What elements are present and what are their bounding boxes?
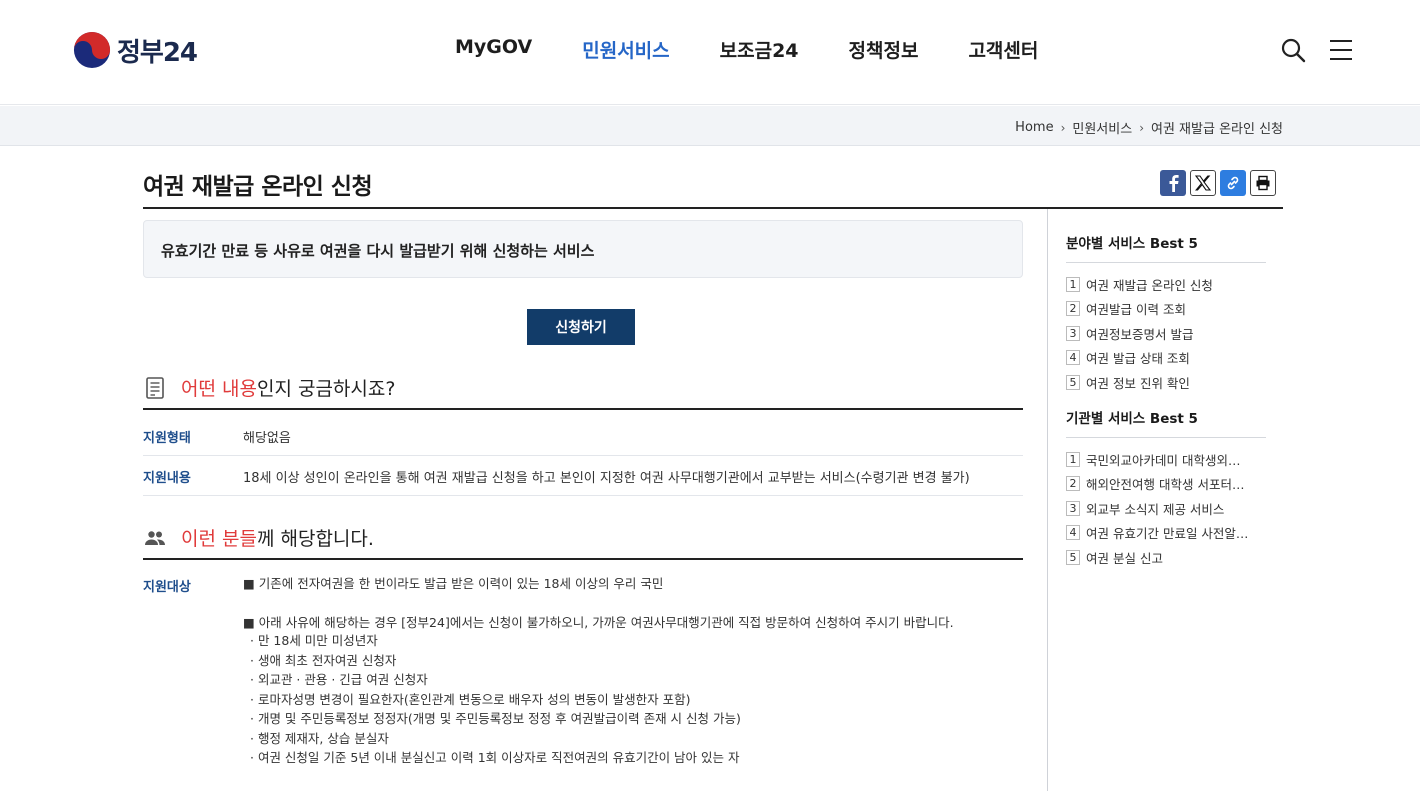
list-item-label: 여권 분실 신고 xyxy=(1086,550,1163,566)
list-item[interactable]: 1 국민외교아카데미 대학생외교… xyxy=(1066,447,1266,472)
copy-link-button[interactable] xyxy=(1220,170,1246,196)
rank-number: 1 xyxy=(1066,451,1080,467)
page-title: 여권 재발급 온라인 신청 xyxy=(143,174,373,200)
breadcrumb-bar: Home › 민원서비스 › 여권 재발급 온라인 신청 xyxy=(0,106,1420,146)
list-item[interactable]: 3 여권정보증명서 발급 xyxy=(1066,321,1266,346)
rank-number: 2 xyxy=(1066,301,1080,317)
list-item: · 개명 및 주민등록정보 정정자(개명 및 주민등록정보 정정 후 여권발급이… xyxy=(250,711,741,726)
title-divider xyxy=(143,207,1283,209)
share-buttons xyxy=(1160,170,1276,196)
taegeuk-logo-icon xyxy=(73,31,111,69)
support-content-value: 18세 이상 성인이 온라인을 통해 여권 재발급 신청을 하고 본인이 지정한… xyxy=(243,471,970,486)
target-line-2: ■ 아래 사유에 해당하는 경우 [정부24]에서는 신청이 불가하오니, 가까… xyxy=(243,615,954,630)
rank-number: 4 xyxy=(1066,525,1080,541)
link-icon xyxy=(1227,176,1239,190)
list-item[interactable]: 2 해외안전여행 대학생 서포터스… xyxy=(1066,472,1266,497)
field-best5-list: 1 여권 재발급 온라인 신청 2 여권발급 이력 조회 3 여권정보증명서 발급 4… xyxy=(1066,272,1266,395)
site-header: 정부24 MyGOV 민원서비스 보조금24 정책정보 고객센터 xyxy=(0,0,1420,105)
target-content: ■ 기존에 전자여권을 한 번이라도 발급 받은 이력이 있는 18세 이상의 … xyxy=(243,576,1023,768)
list-item: · 외교관 · 관용 · 긴급 여권 신청자 xyxy=(250,672,428,687)
section-who-divider xyxy=(143,558,1023,560)
info-row-support-content: 지원내용 18세 이상 성인이 온라인을 통해 여권 재발급 신청을 하고 본인… xyxy=(143,467,1023,486)
target-line-1: ■ 기존에 전자여권을 한 번이라도 발급 받은 이력이 있는 18세 이상의 … xyxy=(243,576,664,591)
x-icon xyxy=(1195,175,1211,191)
target-label-row: 지원대상 xyxy=(143,576,243,595)
service-summary: 유효기간 만료 등 사유로 여권을 다시 발급받기 위해 신청하는 서비스 xyxy=(143,220,1023,278)
list-item-label: 국민외교아카데미 대학생외교… xyxy=(1086,452,1251,468)
print-button[interactable] xyxy=(1250,170,1276,196)
list-item[interactable]: 2 여권발급 이력 조회 xyxy=(1066,297,1266,322)
nav-subsidy[interactable]: 보조금24 xyxy=(720,36,799,63)
section-what-divider xyxy=(143,408,1023,410)
list-item-label: 여권발급 이력 조회 xyxy=(1086,302,1186,318)
section-who-highlight: 이런 분들 xyxy=(181,528,257,550)
support-content-label: 지원내용 xyxy=(143,471,191,486)
section-what-highlight: 어떤 내용 xyxy=(181,378,257,400)
facebook-icon xyxy=(1169,175,1179,192)
main-nav: MyGOV 민원서비스 보조금24 정책정보 고객센터 xyxy=(430,36,1063,63)
sidebar-divider xyxy=(1047,209,1048,791)
rank-number: 5 xyxy=(1066,374,1080,390)
rank-number: 2 xyxy=(1066,476,1080,492)
agency-best5-panel: 기관별 서비스 Best 5 1 국민외교아카데미 대학생외교… 2 해외안전여행 … xyxy=(1066,407,1266,570)
info-row-support-type: 지원형태 해당없음 xyxy=(143,427,1023,446)
list-item: · 여권 신청일 기준 5년 이내 분실신고 이력 1회 이상자로 직전여권의 … xyxy=(250,750,740,765)
support-type-value: 해당없음 xyxy=(243,431,291,446)
chevron-right-icon: › xyxy=(1060,120,1066,135)
apply-button[interactable]: 신청하기 xyxy=(527,309,635,345)
logo[interactable]: 정부24 xyxy=(73,31,198,69)
agency-best5-title: 기관별 서비스 Best 5 xyxy=(1066,407,1266,438)
list-item[interactable]: 3 외교부 소식지 제공 서비스 xyxy=(1066,496,1266,521)
list-item-label: 여권 유효기간 만료일 사전알… xyxy=(1086,526,1249,542)
list-item-label: 여권 재발급 온라인 신청 xyxy=(1086,277,1213,293)
breadcrumb-current[interactable]: 여권 재발급 온라인 신청 xyxy=(1151,118,1283,137)
list-item-label: 여권 발급 상태 조회 xyxy=(1086,351,1190,367)
chevron-right-icon: › xyxy=(1139,120,1144,135)
breadcrumb-civil-service[interactable]: 민원서비스 xyxy=(1072,118,1132,137)
rank-number: 3 xyxy=(1066,500,1080,516)
nav-mygov[interactable]: MyGOV xyxy=(455,36,532,63)
document-icon xyxy=(146,376,164,399)
field-best5-title: 분야별 서비스 Best 5 xyxy=(1066,232,1266,263)
list-item: · 생애 최초 전자여권 신청자 xyxy=(250,652,397,668)
support-type-label: 지원형태 xyxy=(143,431,191,446)
rank-number: 1 xyxy=(1066,276,1080,292)
list-item[interactable]: 5 여권 분실 신고 xyxy=(1066,545,1266,570)
target-label: 지원대상 xyxy=(143,580,191,595)
rank-number: 4 xyxy=(1066,350,1080,366)
section-what-heading: 어떤 내용 인지 궁금하시죠? xyxy=(143,374,395,401)
list-item: · 로마자성명 변경이 필요한자(혼인관계 변동으로 배우자 성의 변동이 발생… xyxy=(250,691,691,707)
section-what-text: 인지 궁금하시죠? xyxy=(256,378,396,400)
facebook-share-button[interactable] xyxy=(1160,170,1186,196)
agency-best5-list: 1 국민외교아카데미 대학생외교… 2 해외안전여행 대학생 서포터스… 3 외교부 … xyxy=(1066,447,1266,570)
list-item[interactable]: 4 여권 발급 상태 조회 xyxy=(1066,346,1266,371)
section-who-text: 께 해당합니다. xyxy=(256,528,374,550)
list-item-label: 해외안전여행 대학생 서포터스… xyxy=(1086,477,1251,493)
list-item-label: 여권정보증명서 발급 xyxy=(1086,326,1194,342)
rank-number: 3 xyxy=(1066,325,1080,341)
printer-icon xyxy=(1256,175,1270,191)
nav-policy[interactable]: 정책정보 xyxy=(849,36,919,63)
row-divider xyxy=(143,495,1023,496)
field-best5-panel: 분야별 서비스 Best 5 1 여권 재발급 온라인 신청 2 여권발급 이력 조… xyxy=(1066,232,1266,395)
x-share-button[interactable] xyxy=(1190,170,1216,196)
list-item-label: 외교부 소식지 제공 서비스 xyxy=(1086,501,1225,517)
hamburger-menu-icon[interactable] xyxy=(1328,37,1354,63)
list-item[interactable]: 5 여권 정보 진위 확인 xyxy=(1066,370,1266,395)
people-icon xyxy=(145,530,165,545)
nav-civil-service[interactable]: 민원서비스 xyxy=(582,36,669,63)
list-item[interactable]: 1 여권 재발급 온라인 신청 xyxy=(1066,272,1266,297)
list-item: · 행정 제재자, 상습 분실자 xyxy=(250,730,389,746)
rank-number: 5 xyxy=(1066,549,1080,565)
list-item[interactable]: 4 여권 유효기간 만료일 사전알… xyxy=(1066,521,1266,546)
breadcrumb-home[interactable]: Home xyxy=(1015,120,1053,135)
nav-customer-center[interactable]: 고객센터 xyxy=(968,36,1038,63)
row-divider xyxy=(143,455,1023,456)
search-icon[interactable] xyxy=(1280,37,1306,63)
section-who-heading: 이런 분들 께 해당합니다. xyxy=(143,524,374,551)
breadcrumb: Home › 민원서비스 › 여권 재발급 온라인 신청 xyxy=(1015,118,1283,137)
list-item: · 만 18세 미만 미성년자 xyxy=(250,633,378,648)
list-item-label: 여권 정보 진위 확인 xyxy=(1086,375,1190,391)
logo-text: 정부24 xyxy=(117,37,198,68)
